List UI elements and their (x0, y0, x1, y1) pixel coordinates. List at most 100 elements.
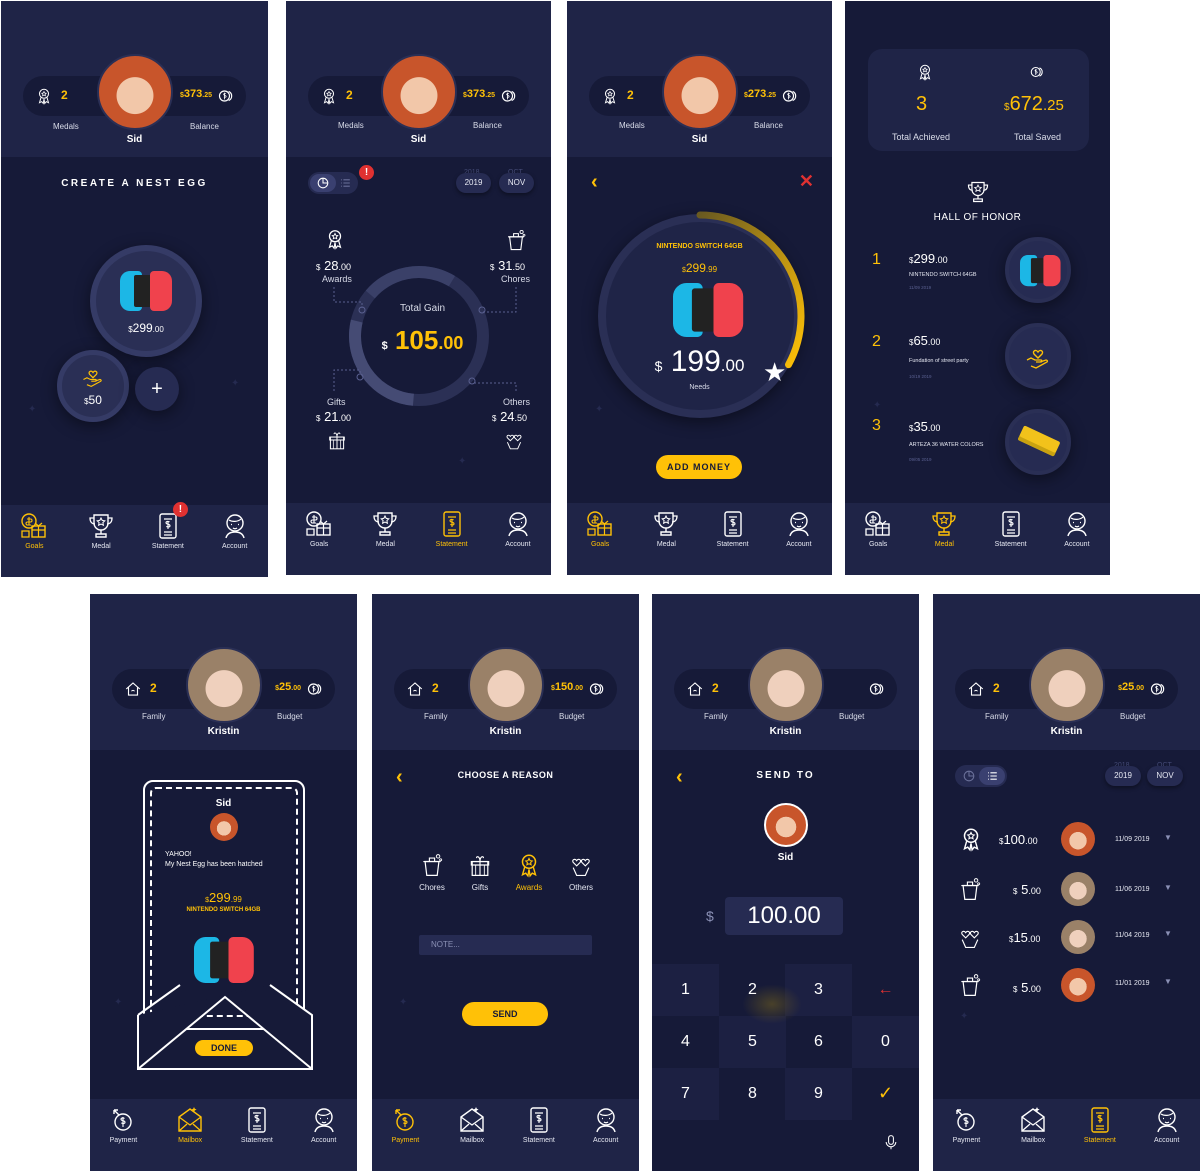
budget-value: $25.00 (275, 681, 301, 693)
honor-date: 09/05 2019 (909, 457, 932, 462)
nav-payment[interactable]: Payment (95, 1105, 151, 1144)
chevron-down-icon[interactable]: ▼ (1164, 977, 1172, 986)
nav-medal[interactable]: Medal (73, 511, 129, 550)
honor-item[interactable]: 3 $35.00 ARTEZA 36 WATER COLORS 09/05 20… (845, 409, 1110, 479)
nav-medal[interactable]: Medal (638, 509, 694, 548)
mic-icon[interactable] (883, 1134, 899, 1150)
nav-mailbox[interactable]: Mailbox (1005, 1105, 1061, 1144)
key-7[interactable]: 7 (652, 1085, 719, 1103)
nav-statement[interactable]: Statement (511, 1105, 567, 1144)
nav-statement[interactable]: Statement (705, 509, 761, 548)
table-row[interactable]: $ 5.00 11/01 2019 ▼ (933, 968, 1200, 1004)
house-icon (686, 680, 704, 698)
nav-account[interactable]: Account (1049, 509, 1105, 548)
nav-account[interactable]: Account (490, 509, 546, 548)
key-5[interactable]: 5 (719, 1033, 786, 1051)
key-2[interactable]: 2 (719, 981, 786, 999)
add-money-button[interactable]: ADD MONEY (656, 455, 742, 479)
nav-goals[interactable]: Goals (850, 509, 906, 548)
user-name: Kristin (207, 726, 240, 737)
statement-icon (524, 1105, 554, 1135)
medal-icon (958, 826, 984, 852)
note-input[interactable]: NOTE... (419, 935, 592, 955)
goal-bubble[interactable]: $299.00 (90, 245, 202, 357)
small-goal-bubble[interactable]: $50 (57, 350, 129, 422)
honor-item[interactable]: 2 $65.00 Fundation of street party 10/19… (845, 323, 1110, 393)
nav-payment[interactable]: Payment (377, 1105, 433, 1144)
row-avatar (1061, 872, 1095, 906)
key-0[interactable]: 0 (852, 1033, 919, 1051)
nav-goals[interactable]: Goals (291, 509, 347, 548)
screen-create-nest-egg: 2 $373.25 Medals Balance Sid CREATE A NE… (1, 1, 268, 577)
year-selector[interactable]: 2019 (1105, 766, 1141, 786)
done-button[interactable]: DONE (195, 1040, 253, 1056)
close-icon[interactable]: ✕ (799, 171, 814, 192)
reason-others[interactable]: Others (562, 852, 600, 892)
table-row[interactable]: $15.00 11/04 2019 ▼ (933, 920, 1200, 956)
key-4[interactable]: 4 (652, 1033, 719, 1051)
nav-statement[interactable]: Statement (983, 509, 1039, 548)
reason-chores[interactable]: Chores (414, 852, 450, 892)
reason-awards[interactable]: Awards (510, 852, 548, 892)
row-avatar (1061, 968, 1095, 1002)
honor-name: ARTEZA 36 WATER COLORS (909, 442, 984, 448)
house-icon (406, 680, 424, 698)
nav-account[interactable]: Account (578, 1105, 634, 1144)
nav-medal[interactable]: Medal (916, 509, 972, 548)
coins-icon (587, 679, 609, 699)
honor-amount: $299.00 (909, 251, 948, 266)
honor-name: NINTENDO SWITCH 64GB (909, 272, 977, 278)
family-count: 2 (432, 681, 439, 695)
avatar[interactable] (1028, 647, 1105, 723)
nav-payment[interactable]: Payment (938, 1105, 994, 1144)
key-9[interactable]: 9 (785, 1085, 852, 1103)
house-icon (124, 680, 142, 698)
row-amount: $ 5.00 (1013, 882, 1041, 897)
nav-mailbox[interactable]: Mailbox (162, 1105, 218, 1144)
key-8[interactable]: 8 (719, 1085, 786, 1103)
list-view-toggle[interactable] (979, 767, 1005, 785)
avatar[interactable] (747, 647, 824, 723)
add-goal-button[interactable]: + (135, 367, 179, 411)
chevron-down-icon[interactable]: ▼ (1164, 883, 1172, 892)
avatar[interactable] (467, 647, 544, 723)
table-row[interactable]: $100.00 11/09 2019 ▼ (933, 822, 1200, 858)
chores-label: Chores (501, 274, 531, 284)
nav-account[interactable]: Account (771, 509, 827, 548)
key-1[interactable]: 1 (652, 981, 719, 999)
total-saved-value: $672.25 (1004, 93, 1064, 115)
pie-chart-icon[interactable] (961, 768, 977, 784)
nav-statement[interactable]: Statement (229, 1105, 285, 1144)
back-chevron-icon[interactable]: ‹ (591, 171, 598, 194)
honor-item[interactable]: 1 $299.00 NINTENDO SWITCH 64GB 11/09 201… (845, 237, 1110, 307)
nav-goals[interactable]: Goals (6, 511, 62, 550)
nav-statement[interactable]: Statement (1072, 1105, 1128, 1144)
nav-statement[interactable]: Statement (424, 509, 480, 548)
recipient-avatar[interactable] (764, 803, 808, 847)
nav-medal[interactable]: Medal (357, 509, 413, 548)
sparkle-icon: ✦ (114, 997, 123, 1008)
key-6[interactable]: 6 (785, 1033, 852, 1051)
nav-statement[interactable]: Statement! (140, 502, 196, 550)
avatar[interactable] (661, 54, 738, 130)
nav-goals[interactable]: Goals (572, 509, 628, 548)
screen-statement-chart: 2 $373.25 Medals Balance Sid ! 2018 2019… (286, 1, 551, 575)
nav-mailbox[interactable]: Mailbox (444, 1105, 500, 1144)
reason-gifts[interactable]: Gifts (463, 852, 497, 892)
nav-account[interactable]: Account (207, 511, 263, 550)
month-selector[interactable]: NOV (1147, 766, 1183, 786)
amount-display[interactable]: 100.00 (725, 897, 843, 935)
honor-amount: $35.00 (909, 419, 941, 434)
chevron-down-icon[interactable]: ▼ (1164, 929, 1172, 938)
avatar[interactable] (185, 647, 262, 723)
table-row[interactable]: $ 5.00 11/06 2019 ▼ (933, 872, 1200, 908)
avatar[interactable] (96, 54, 173, 130)
confirm-check-icon[interactable]: ✓ (852, 1083, 919, 1104)
row-date: 11/09 2019 (1115, 836, 1150, 843)
nav-account[interactable]: Account (296, 1105, 352, 1144)
chevron-down-icon[interactable]: ▼ (1164, 833, 1172, 842)
key-3[interactable]: 3 (785, 981, 852, 999)
nav-account[interactable]: Account (1139, 1105, 1195, 1144)
backspace-arrow-icon[interactable]: ← (852, 981, 919, 999)
send-button[interactable]: SEND (462, 1002, 548, 1026)
